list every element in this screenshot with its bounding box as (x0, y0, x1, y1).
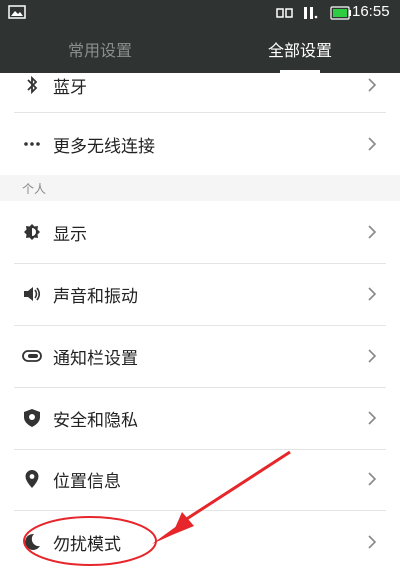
brightness-icon (24, 224, 40, 240)
chevron-right-icon (368, 472, 377, 486)
settings-item-display[interactable]: 显示 (0, 201, 400, 263)
settings-item-notification-bar[interactable]: 通知栏设置 (0, 326, 400, 387)
shield-icon (24, 409, 40, 427)
status-bar: 16:55 (0, 0, 400, 26)
signal-icon (276, 8, 293, 18)
chevron-right-icon (368, 78, 377, 92)
settings-item-label: 通知栏设置 (53, 349, 138, 369)
chevron-right-icon (368, 137, 377, 151)
settings-item-more-wireless[interactable]: 更多无线连接 (0, 113, 400, 175)
settings-item-location[interactable]: 位置信息 (0, 450, 400, 510)
chevron-right-icon (368, 225, 377, 239)
chevron-right-icon (368, 287, 377, 301)
status-time: 16:55 (352, 3, 390, 20)
settings-item-label: 显示 (53, 225, 87, 245)
volume-icon (24, 287, 41, 301)
tab-common-settings[interactable]: 常用设置 (0, 26, 200, 73)
settings-item-bluetooth[interactable]: 蓝牙 (0, 73, 400, 113)
section-label: 个人 (22, 182, 47, 196)
tab-bar: 常用设置 全部设置 (0, 26, 400, 73)
moon-icon (25, 533, 40, 550)
image-notification-icon (8, 5, 26, 19)
battery-icon (330, 6, 351, 20)
settings-item-do-not-disturb[interactable]: 勿扰模式 (0, 511, 400, 573)
data-activity-icon (304, 7, 318, 19)
settings-item-label: 更多无线连接 (53, 137, 155, 157)
settings-item-sound[interactable]: 声音和振动 (0, 264, 400, 325)
bluetooth-icon (27, 75, 38, 95)
settings-item-label: 位置信息 (53, 472, 121, 492)
settings-item-security-privacy[interactable]: 安全和隐私 (0, 388, 400, 449)
chevron-right-icon (368, 535, 377, 549)
section-header: 个人 (0, 175, 400, 201)
settings-item-label: 蓝牙 (53, 78, 87, 98)
settings-item-label: 声音和振动 (53, 287, 138, 307)
chevron-right-icon (368, 411, 377, 425)
tab-all-settings[interactable]: 全部设置 (200, 26, 400, 73)
settings-item-label: 勿扰模式 (53, 535, 121, 555)
chevron-right-icon (368, 349, 377, 363)
settings-item-label: 安全和隐私 (53, 411, 138, 431)
toggle-icon (22, 350, 42, 362)
location-pin-icon (25, 470, 39, 488)
more-dots-icon (24, 142, 40, 146)
